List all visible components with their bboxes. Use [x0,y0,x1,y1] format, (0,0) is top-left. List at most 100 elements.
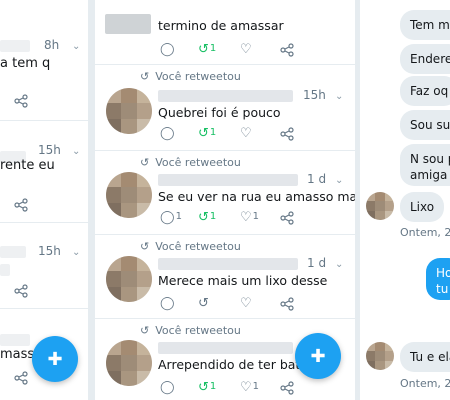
divider [95,150,355,151]
tweet-time: 15h [38,143,61,157]
like-icon[interactable]: ♡ [240,126,252,141]
tweet-time: 1 d [307,256,327,270]
share-icon[interactable] [14,284,28,298]
retweet-label: ↺ Você retweetou [140,324,241,337]
blurred-media [105,14,151,34]
like-button[interactable]: ♡1 [240,210,259,225]
tweet-actions: ◯1 ↺1 ♡1 [158,210,348,226]
message-bubble: Tu e ela [400,342,450,372]
chevron-down-icon[interactable]: ⌄ [335,175,343,186]
chevron-down-icon[interactable]: ⌄ [72,41,80,52]
tweet-text: a tem q [0,56,51,71]
retweet-button[interactable]: ↺1 [198,380,216,395]
message-bubble: Sou suj [400,110,450,140]
share-icon[interactable] [280,127,294,141]
reply-icon[interactable]: ◯ [160,126,175,141]
chevron-down-icon[interactable]: ⌄ [72,146,80,157]
left-timeline-panel: 8h ⌄ a tem q 15h ⌄ rente eu 15h ⌄ masso … [0,0,88,400]
tweet-time: 1 d [307,172,327,186]
reply-icon[interactable]: ◯ [160,296,175,311]
message-bubble: Faz oq [400,76,450,106]
tweet-text: termino de amassar [158,18,284,33]
retweet-label-text: Você retweetou [155,240,241,253]
blurred-username [158,258,298,270]
like-count: 1 [252,381,260,392]
tweet-time: 15h [303,88,326,102]
blurred-username [158,174,298,186]
avatar[interactable] [366,192,394,220]
panel-separator [88,0,95,400]
message-line: amiga r [410,168,450,182]
divider [0,120,88,121]
tweet-text: rente eu [0,158,55,173]
avatar[interactable] [106,88,152,134]
blurred-username [0,334,30,346]
feather-plus-icon: ✚ [47,348,63,370]
message-bubble: Endere [400,44,450,74]
sent-message-bubble: Ho tu [426,258,450,300]
tweet-time: 8h [44,38,60,52]
middle-timeline-panel: termino de amassar ◯ ↺1 ♡ ↺ Você retweeto… [95,0,355,400]
reply-icon[interactable]: ◯ [160,380,175,395]
divider [95,234,355,235]
share-icon[interactable] [280,297,294,311]
retweet-label: ↺ Você retweetou [140,156,241,169]
message-timestamp: Ontem, 21 [400,377,450,390]
chevron-down-icon[interactable]: ⌄ [72,247,80,258]
share-icon[interactable] [14,198,28,212]
message-bubble: Lixo [400,192,445,222]
retweet-count: 1 [209,127,217,138]
blurred-username [158,90,293,102]
reply-count: 1 [175,211,182,222]
retweet-icon[interactable]: ↺ [198,296,209,311]
compose-tweet-button[interactable]: ✚ [32,336,78,382]
like-icon[interactable]: ♡ [240,296,252,311]
blurred-username [0,40,30,52]
reply-button[interactable]: ◯1 [160,210,182,225]
direct-messages-panel: Tem me Endere Faz oq Sou suj N sou p ami… [360,0,450,400]
retweet-icon: ↺ [140,324,150,337]
share-icon[interactable] [14,371,28,385]
share-icon[interactable] [14,94,28,108]
retweet-label: ↺ Você retweetou [140,240,241,253]
share-icon[interactable] [280,43,294,57]
blurred-text [0,264,10,276]
message-bubble: Tem me [400,10,450,40]
blurred-username [158,342,293,354]
retweet-label-text: Você retweetou [155,70,241,83]
retweet-count: 1 [209,43,217,54]
share-icon[interactable] [280,211,294,225]
tweet-actions: ◯ ↺1 ♡ [158,42,348,58]
retweet-label-text: Você retweetou [155,324,241,337]
avatar[interactable] [366,342,394,370]
retweet-icon: ↺ [140,240,150,253]
like-icon[interactable]: ♡ [240,42,252,57]
divider [0,222,88,223]
avatar[interactable] [106,340,152,386]
chevron-down-icon[interactable]: ⌄ [335,259,343,270]
message-line: Ho [436,266,450,280]
avatar[interactable] [106,256,152,302]
tweet-text: Quebrei foi é pouco [158,105,281,120]
tweet-actions: ◯ ↺1 ♡1 [158,380,348,396]
retweet-label: ↺ Você retweetou [140,70,241,83]
blurred-username [0,246,26,258]
compose-tweet-button[interactable]: ✚ [295,333,341,379]
retweet-button[interactable]: ↺1 [198,210,216,225]
message-timestamp: Ontem, 21 [400,226,450,239]
retweet-count: 1 [209,381,217,392]
share-icon[interactable] [280,381,294,395]
like-button[interactable]: ♡1 [240,380,259,395]
tweet-text: Se eu ver na rua eu amasso mais [158,189,355,204]
retweet-icon: ↺ [140,70,150,83]
retweet-label-text: Você retweetou [155,156,241,169]
chevron-down-icon[interactable]: ⌄ [335,91,343,102]
retweet-count: 1 [209,211,217,222]
retweet-button[interactable]: ↺1 [198,126,216,141]
retweet-button[interactable]: ↺1 [198,42,216,57]
tweet-text: Merece mais um lixo desse [158,273,328,288]
divider [0,308,88,309]
reply-icon[interactable]: ◯ [160,42,175,57]
tweet-time: 15h [38,244,61,258]
avatar[interactable] [106,172,152,218]
